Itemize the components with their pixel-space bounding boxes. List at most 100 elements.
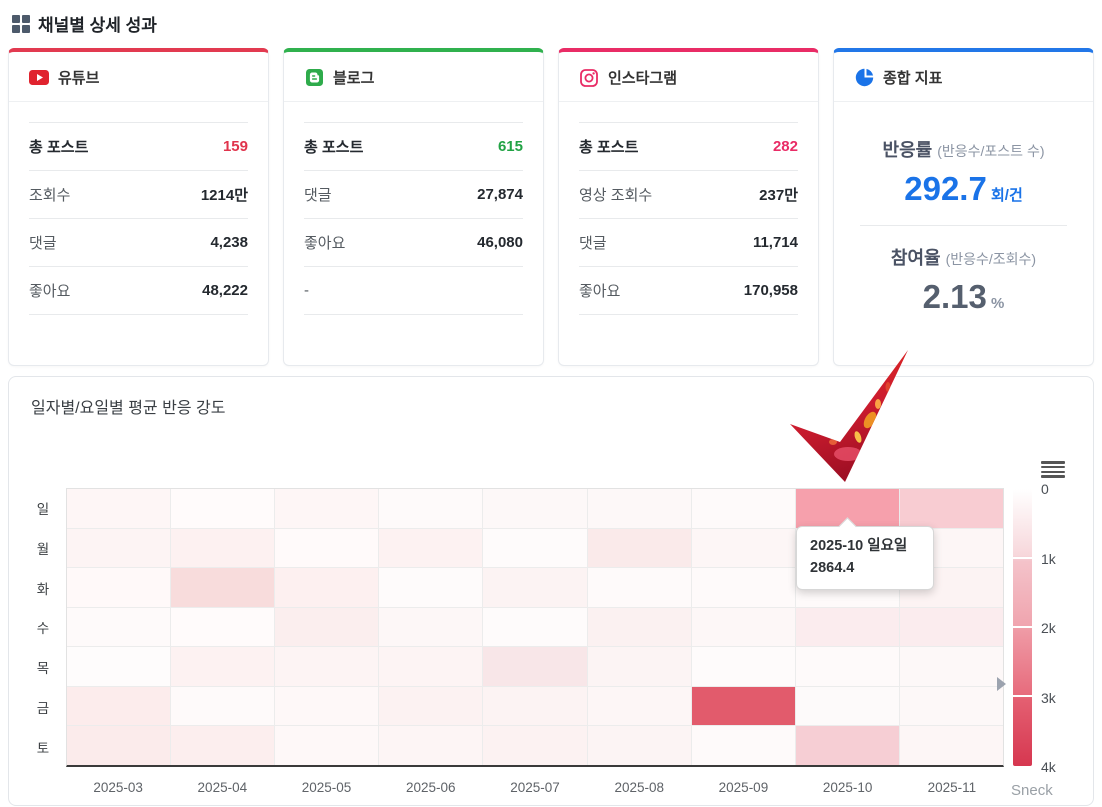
heatmap-cell[interactable] xyxy=(379,489,482,528)
y-axis-label: 화 xyxy=(27,568,59,608)
heatmap-cell[interactable] xyxy=(692,568,795,607)
heatmap-cell[interactable] xyxy=(171,529,274,568)
stat-value: 159 xyxy=(223,138,248,155)
stat-value: 4,238 xyxy=(210,234,248,251)
stat-label: 댓글 xyxy=(304,184,332,205)
heatmap-cell[interactable] xyxy=(588,608,691,647)
x-axis-label: 2025-04 xyxy=(170,780,274,795)
heatmap-cell[interactable] xyxy=(379,529,482,568)
heatmap-cell[interactable] xyxy=(275,568,378,607)
metric-value: 292.7 회/건 xyxy=(834,172,1093,205)
heatmap-cell[interactable] xyxy=(692,726,795,765)
heatmap-cell[interactable] xyxy=(171,647,274,686)
heatmap-cell[interactable] xyxy=(67,568,170,607)
page-title: 채널별 상세 성과 xyxy=(38,11,157,36)
heatmap-cell[interactable] xyxy=(483,489,586,528)
heatmap-cell[interactable] xyxy=(588,687,691,726)
stat-row: 조회수1214만 xyxy=(29,171,248,219)
stat-value: 615 xyxy=(498,138,523,155)
heatmap-cell[interactable] xyxy=(900,489,1003,528)
heatmap-cell[interactable] xyxy=(588,568,691,607)
heatmap-cell[interactable] xyxy=(275,647,378,686)
heatmap-cell[interactable] xyxy=(692,529,795,568)
heatmap-cell[interactable] xyxy=(67,687,170,726)
heatmap-cell[interactable] xyxy=(900,726,1003,765)
heatmap-cell[interactable] xyxy=(796,608,899,647)
heatmap-tooltip: 2025-10 일요일 2864.4 xyxy=(796,526,934,590)
heatmap-cell[interactable] xyxy=(171,726,274,765)
heatmap-cell[interactable] xyxy=(483,726,586,765)
card-title: 유튜브 xyxy=(58,67,99,88)
scroll-grip-icon[interactable] xyxy=(997,677,1006,691)
x-axis-label: 2025-05 xyxy=(274,780,378,795)
heatmap-cell[interactable] xyxy=(275,608,378,647)
stat-value: 48,222 xyxy=(202,282,248,299)
heatmap-cell[interactable] xyxy=(692,647,795,686)
heatmap-cell[interactable] xyxy=(796,647,899,686)
heatmap-cell[interactable] xyxy=(483,529,586,568)
heatmap-cell[interactable] xyxy=(588,647,691,686)
stat-value: 282 xyxy=(773,138,798,155)
heatmap-cell[interactable] xyxy=(275,687,378,726)
heatmap-cell[interactable] xyxy=(588,489,691,528)
heatmap-cell[interactable] xyxy=(692,489,795,528)
heatmap-cell[interactable] xyxy=(67,489,170,528)
heatmap-cell[interactable] xyxy=(483,647,586,686)
heatmap-cell[interactable] xyxy=(379,687,482,726)
stat-label: 총 포스트 xyxy=(304,136,363,157)
heatmap-cell[interactable] xyxy=(275,489,378,528)
stat-row: 댓글27,874 xyxy=(304,171,523,219)
heatmap-cell[interactable] xyxy=(67,647,170,686)
legend-tick-label: 2k xyxy=(1041,620,1056,636)
stat-row: 댓글11,714 xyxy=(579,219,798,267)
heatmap-cell[interactable] xyxy=(483,568,586,607)
channel-card-3: 종합 지표반응률 (반응수/포스트 수)292.7 회/건참여율 (반응수/조회… xyxy=(833,48,1094,366)
heatmap-cell[interactable] xyxy=(67,726,170,765)
heatmap-cell[interactable] xyxy=(379,647,482,686)
heatmap-cell[interactable] xyxy=(588,529,691,568)
heatmap-x-axis: 2025-032025-042025-052025-062025-072025-… xyxy=(66,780,1004,795)
heatmap-cell[interactable] xyxy=(379,608,482,647)
stat-row: 총 포스트 615 xyxy=(304,122,523,171)
stat-label: 좋아요 xyxy=(304,232,345,253)
stat-label: 댓글 xyxy=(579,232,607,253)
card-title: 종합 지표 xyxy=(883,67,942,88)
instagram-icon xyxy=(579,68,599,88)
stat-list: 총 포스트 615 댓글27,874좋아요46,080- xyxy=(284,102,543,315)
heatmap-cell[interactable] xyxy=(796,687,899,726)
heatmap-cell[interactable] xyxy=(900,608,1003,647)
y-axis-label: 토 xyxy=(27,727,59,767)
heatmap-cell[interactable] xyxy=(171,489,274,528)
heatmap-cell[interactable] xyxy=(692,687,795,726)
hamburger-icon[interactable] xyxy=(1041,461,1065,478)
page-header: 채널별 상세 성과 xyxy=(0,0,1102,36)
heatmap-cell[interactable] xyxy=(275,726,378,765)
heatmap-cell[interactable] xyxy=(900,647,1003,686)
heatmap-cell[interactable] xyxy=(483,687,586,726)
divider xyxy=(860,225,1067,226)
heatmap-cell[interactable] xyxy=(67,608,170,647)
heatmap-cell[interactable] xyxy=(171,608,274,647)
heatmap-cell[interactable] xyxy=(275,529,378,568)
heatmap-cell[interactable] xyxy=(900,687,1003,726)
heatmap-cell[interactable] xyxy=(692,608,795,647)
card-header: 인스타그램 xyxy=(559,52,818,102)
y-axis-label: 목 xyxy=(27,647,59,687)
heatmap-cell[interactable] xyxy=(67,529,170,568)
legend-tick-label: 4k xyxy=(1041,759,1056,775)
heatmap-cell[interactable] xyxy=(483,608,586,647)
stat-row: - xyxy=(304,267,523,315)
stat-row: 댓글4,238 xyxy=(29,219,248,267)
stat-label: 영상 조회수 xyxy=(579,184,652,205)
heatmap-cell[interactable] xyxy=(379,726,482,765)
stat-row: 좋아요46,080 xyxy=(304,219,523,267)
heatmap-cell[interactable] xyxy=(379,568,482,607)
heatmap-cell[interactable] xyxy=(588,726,691,765)
tooltip-line2: 2864.4 xyxy=(810,558,920,580)
heatmap-cell[interactable] xyxy=(796,726,899,765)
metric-value: 2.13 % xyxy=(834,280,1093,313)
heatmap-cell[interactable] xyxy=(171,687,274,726)
heatmap-cell[interactable] xyxy=(171,568,274,607)
card-title: 인스타그램 xyxy=(608,67,677,88)
tooltip-line1: 2025-10 일요일 xyxy=(810,536,920,558)
